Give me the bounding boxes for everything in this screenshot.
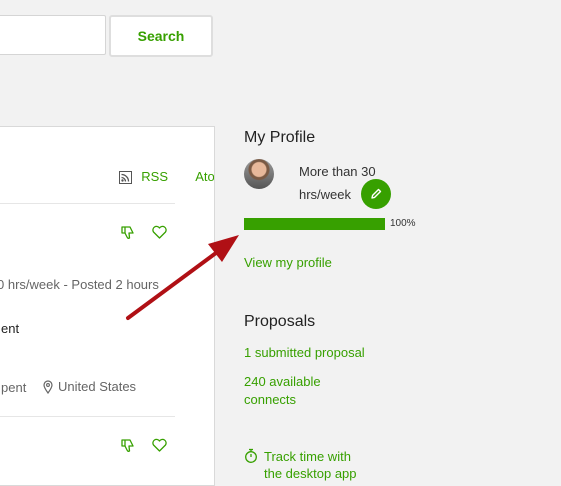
thumbs-down-icon[interactable]	[120, 224, 137, 241]
search-button[interactable]: Search	[109, 15, 213, 57]
available-connects-link[interactable]: 240 available connects	[244, 373, 321, 409]
profile-progress-fill	[244, 218, 385, 230]
profile-progress-bar	[244, 218, 385, 230]
connects-line-1: 240 available	[244, 374, 321, 389]
location-label: United States	[58, 379, 137, 394]
view-profile-link[interactable]: View my profile	[244, 255, 332, 270]
heart-icon[interactable]	[151, 224, 168, 241]
atom-link[interactable]: Atom	[195, 167, 214, 187]
divider	[0, 416, 175, 417]
job-actions	[120, 437, 168, 454]
rss-icon[interactable]	[119, 170, 133, 184]
search-input[interactable]	[0, 15, 106, 55]
my-profile-title: My Profile	[244, 129, 316, 146]
heart-icon[interactable]	[151, 437, 168, 454]
feed-links: RSS Atom	[119, 167, 214, 187]
rss-link[interactable]: RSS	[141, 167, 168, 187]
job-actions	[120, 224, 168, 241]
job-meta: 0 hrs/week - Posted 2 hours	[0, 277, 159, 292]
track-time-line-2: the desktop app	[264, 466, 357, 481]
thumbs-down-icon[interactable]	[120, 437, 137, 454]
track-time-line-1: Track time with	[264, 449, 351, 464]
location-pin-icon	[43, 379, 53, 394]
track-time-link[interactable]: Track time with the desktop app	[244, 448, 357, 482]
job-location: United States	[43, 379, 136, 394]
stopwatch-icon	[245, 448, 257, 463]
job-description: ent	[1, 321, 20, 336]
divider	[0, 203, 175, 204]
pencil-icon	[371, 188, 382, 199]
profile-progress-label: 100%	[390, 218, 416, 229]
job-feed-card: RSS Atom 0 hrs/week - Posted 2 hours ent…	[0, 126, 215, 486]
connects-line-2: connects	[244, 392, 297, 407]
proposals-title: Proposals	[244, 313, 316, 330]
submitted-proposals-link[interactable]: 1 submitted proposal	[244, 345, 365, 360]
avatar[interactable]	[244, 159, 274, 189]
edit-availability-button[interactable]	[361, 179, 391, 209]
job-spent: pent	[1, 380, 27, 395]
